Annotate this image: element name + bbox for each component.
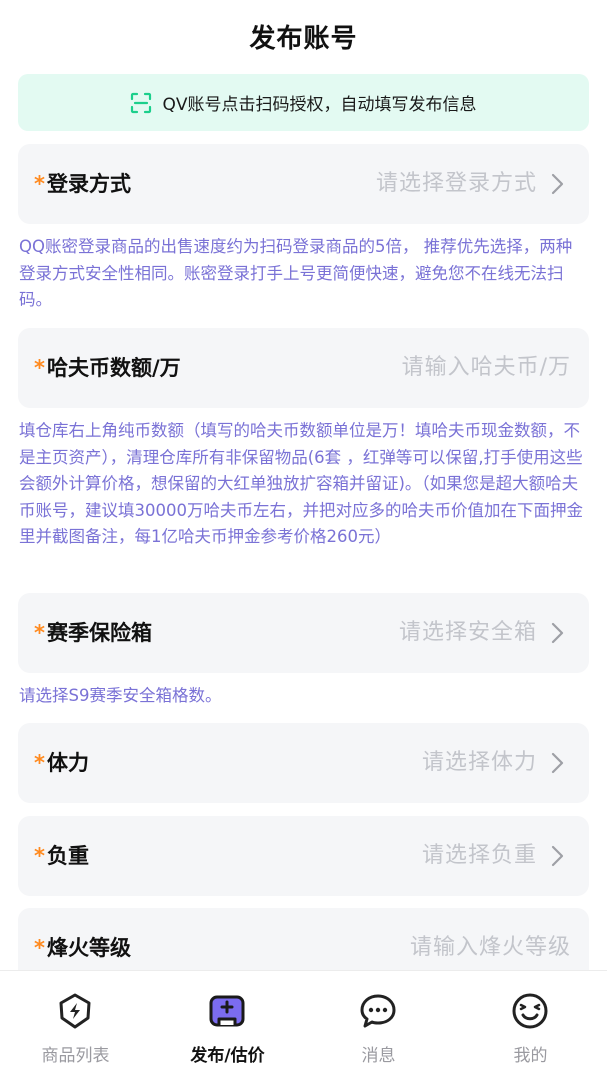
- chevron-right-icon: [551, 752, 564, 774]
- field-label-login-method: 登录方式: [46, 172, 131, 196]
- tab-messages[interactable]: 消息: [303, 971, 454, 1081]
- required-star: *: [34, 356, 45, 380]
- scan-qr-icon: [131, 92, 152, 113]
- load-placeholder: 请选择负重: [421, 843, 537, 868]
- season-safebox-select[interactable]: *赛季保险箱 请选择安全箱: [18, 593, 589, 673]
- stamina-placeholder: 请选择体力: [421, 750, 537, 775]
- required-star: *: [34, 936, 45, 960]
- hafu-coin-amount-input[interactable]: *哈夫币数额/万 请输入哈夫币/万: [18, 328, 589, 408]
- chevron-right-icon: [551, 845, 564, 867]
- tab-mine[interactable]: 我的: [455, 971, 606, 1081]
- tab-label: 商品列表: [41, 1046, 110, 1066]
- tab-label: 发布/估价: [190, 1046, 265, 1066]
- page-title: 发布账号: [249, 24, 358, 54]
- load-weight-select[interactable]: *负重 请选择负重: [18, 816, 589, 896]
- login-method-placeholder: 请选择登录方式: [375, 171, 537, 196]
- chevron-right-icon: [551, 173, 564, 195]
- field-label-stamina: 体力: [46, 751, 89, 775]
- chat-bubble-icon: [360, 994, 396, 1028]
- required-star: *: [34, 621, 45, 645]
- field-label-safebox: 赛季保险箱: [46, 621, 152, 645]
- stamina-select[interactable]: *体力 请选择体力: [18, 723, 589, 803]
- smiley-icon: [512, 993, 548, 1029]
- chevron-right-icon: [551, 622, 564, 644]
- publish-gamepad-icon: [209, 995, 245, 1027]
- field-label-coin-amount: 哈夫币数额/万: [46, 356, 181, 380]
- required-star: *: [34, 751, 45, 775]
- scan-banner-text: QV账号点击扫码授权，自动填写发布信息: [162, 95, 477, 115]
- coin-amount-note: 填仓库右上角纯币数额（填写的哈夫币数额单位是万！填哈夫币现金数额，不是主页资产）…: [19, 421, 583, 546]
- required-star: *: [34, 172, 45, 196]
- required-star: *: [34, 844, 45, 868]
- scan-authorize-banner[interactable]: QV账号点击扫码授权，自动填写发布信息: [18, 74, 589, 131]
- field-label-beacon-level: 烽火等级: [46, 936, 131, 960]
- safebox-note: 请选择S9赛季安全箱格数。: [19, 686, 222, 705]
- tab-label: 消息: [361, 1046, 396, 1066]
- bottom-tab-bar: 商品列表 发布/估价 消息 我的: [0, 970, 607, 1081]
- tab-publish-estimate[interactable]: 发布/估价: [152, 971, 303, 1081]
- tab-product-list[interactable]: 商品列表: [0, 971, 151, 1081]
- lightning-shield-icon: [59, 993, 91, 1029]
- login-method-select[interactable]: *登录方式 请选择登录方式: [18, 144, 589, 224]
- coin-amount-placeholder: 请输入哈夫币/万: [401, 355, 571, 380]
- field-label-load: 负重: [46, 844, 89, 868]
- login-method-note: QQ账密登录商品的出售速度约为扫码登录商品的5倍， 推荐优先选择，两种登录方式安…: [19, 237, 573, 309]
- safebox-placeholder: 请选择安全箱: [398, 620, 537, 645]
- tab-label: 我的: [513, 1046, 548, 1066]
